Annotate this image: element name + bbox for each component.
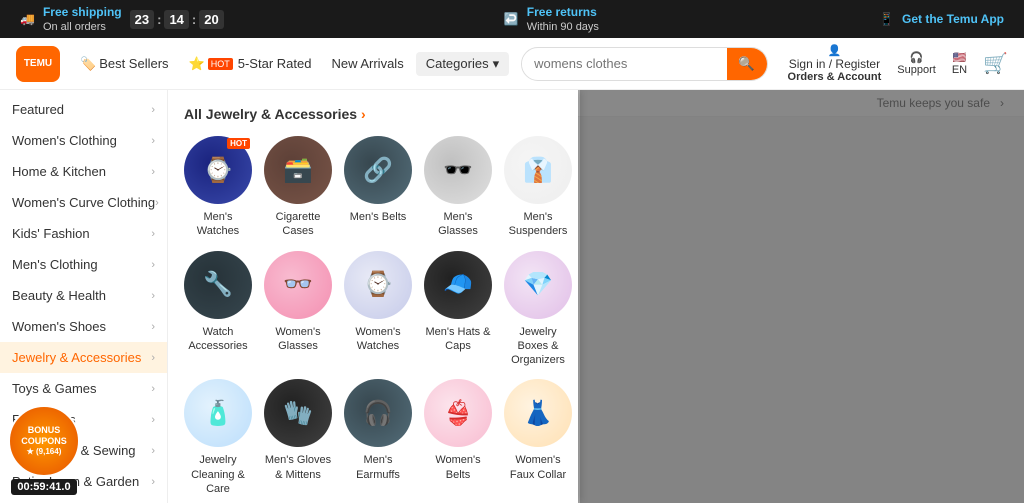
navbar: TEMU 🏷️ Best Sellers ⭐ HOT 5-Star Rated …	[0, 38, 1024, 90]
category-item-2[interactable]: Home & Kitchen›	[0, 156, 167, 187]
timer-seconds: 20	[199, 10, 223, 29]
subcategory-item-14[interactable]: 👗Women's Faux Collar	[504, 379, 572, 496]
subcategory-item-12[interactable]: 🎧Men's Earmuffs	[344, 379, 412, 496]
temu-logo[interactable]: TEMU	[16, 46, 60, 82]
star-icon: ⭐	[189, 56, 205, 72]
bonus-timer: 00:59:41.0	[11, 479, 76, 495]
headset-icon: 🎧	[910, 51, 924, 64]
returns-icon: ↩️	[504, 12, 519, 26]
countdown-timer: 23 : 14 : 20	[130, 10, 224, 29]
app-promo[interactable]: 📱 Get the Temu App	[879, 12, 1004, 26]
bonus-rating: ★ (9,164)	[27, 447, 62, 457]
user-icon: 👤	[828, 44, 842, 57]
category-item-3[interactable]: Women's Curve Clothing›	[0, 187, 167, 218]
sign-in-item[interactable]: 👤 Sign in / Register Orders & Account	[788, 44, 882, 83]
search-icon: 🔍	[738, 56, 755, 72]
category-item-4[interactable]: Kids' Fashion›	[0, 218, 167, 249]
subcategory-panel: All Jewelry & Accessories › HOT⌚Men's Wa…	[168, 90, 578, 503]
subcategory-item-11[interactable]: 🧤Men's Gloves & Mittens	[264, 379, 332, 496]
nav-right: 👤 Sign in / Register Orders & Account 🎧 …	[788, 44, 1008, 83]
support-item[interactable]: 🎧 Support	[897, 51, 936, 76]
subcategory-item-1[interactable]: 🗃️Cigarette Cases	[264, 136, 332, 239]
main-area: 🛡️ Safe payments Temu keeps you safe › F…	[0, 90, 1024, 503]
bonus-coupons-button[interactable]: BONUS COUPONS ★ (9,164)	[8, 405, 80, 477]
top-banner: 🚚 Free shipping On all orders 23 : 14 : …	[0, 0, 1024, 38]
search-button[interactable]: 🔍	[727, 47, 767, 81]
star-rated-link[interactable]: ⭐ HOT 5-Star Rated	[181, 52, 320, 76]
timer-minutes: 14	[164, 10, 188, 29]
subcategory-item-2[interactable]: 🔗Men's Belts	[344, 136, 412, 239]
category-item-1[interactable]: Women's Clothing›	[0, 125, 167, 156]
app-text: Get the Temu App	[902, 12, 1004, 26]
timer-hours: 23	[130, 10, 154, 29]
search-bar: 🔍	[521, 47, 767, 81]
subcategory-item-10[interactable]: 🧴Jewelry Cleaning & Care	[184, 379, 252, 496]
subcategory-item-9[interactable]: 💎Jewelry Boxes & Organizers	[504, 251, 572, 368]
bonus-area: BONUS COUPONS ★ (9,164) 00:59:41.0	[0, 397, 88, 503]
best-sellers-link[interactable]: 🏷️ Best Sellers	[72, 52, 177, 76]
subcategory-item-4[interactable]: 👔Men's Suspenders	[504, 136, 572, 239]
category-item-6[interactable]: Beauty & Health›	[0, 280, 167, 311]
phone-icon: 📱	[879, 12, 894, 26]
tag-icon: 🏷️	[80, 56, 96, 72]
truck-icon: 🚚	[20, 12, 35, 26]
subcategory-item-0[interactable]: HOT⌚Men's Watches	[184, 136, 252, 239]
subcategory-item-8[interactable]: 🧢Men's Hats & Caps	[424, 251, 492, 368]
category-item-0[interactable]: Featured›	[0, 94, 167, 125]
category-item-7[interactable]: Women's Shoes›	[0, 311, 167, 342]
subcategory-item-5[interactable]: 🔧Watch Accessories	[184, 251, 252, 368]
nav-links: 🏷️ Best Sellers ⭐ HOT 5-Star Rated New A…	[72, 52, 509, 76]
flag-icon: 🇺🇸	[953, 51, 967, 64]
cart-button[interactable]: 🛒	[983, 51, 1008, 76]
subcategory-item-3[interactable]: 🕶️Men's Glasses	[424, 136, 492, 239]
subcategory-item-6[interactable]: 👓Women's Glasses	[264, 251, 332, 368]
subcategory-header: All Jewelry & Accessories ›	[184, 106, 562, 122]
subcategory-item-7[interactable]: ⌚Women's Watches	[344, 251, 412, 368]
subcategory-item-13[interactable]: 👙Women's Belts	[424, 379, 492, 496]
search-input[interactable]	[522, 56, 726, 71]
returns-info: ↩️ Free returns Within 90 days	[504, 5, 599, 33]
returns-text: Free returns Within 90 days	[527, 5, 599, 33]
language-item[interactable]: 🇺🇸 EN	[952, 51, 967, 76]
shipping-text: Free shipping On all orders	[43, 5, 122, 33]
new-arrivals-link[interactable]: New Arrivals	[323, 52, 411, 75]
subcategory-grid: HOT⌚Men's Watches🗃️Cigarette Cases🔗Men's…	[184, 136, 562, 503]
header-arrow-icon: ›	[361, 106, 366, 122]
category-item-5[interactable]: Men's Clothing›	[0, 249, 167, 280]
category-item-8[interactable]: Jewelry & Accessories›	[0, 342, 167, 373]
shipping-info: 🚚 Free shipping On all orders 23 : 14 : …	[20, 5, 224, 33]
categories-button[interactable]: Categories ▾	[416, 52, 509, 76]
chevron-down-icon: ▾	[493, 56, 500, 72]
